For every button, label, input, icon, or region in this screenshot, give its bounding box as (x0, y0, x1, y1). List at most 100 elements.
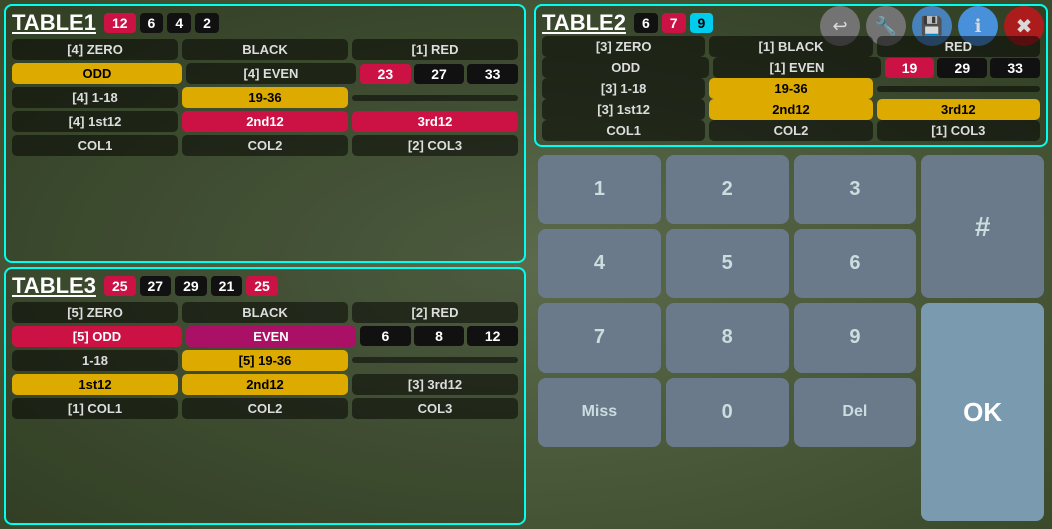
table1-row5: COL1 COL2 [2] COL3 (12, 135, 518, 156)
table2-even: [1] EVEN (713, 57, 880, 78)
key-3[interactable]: 3 (794, 155, 917, 224)
table1-num2: 6 (140, 13, 164, 33)
table2-3rd12: 3rd12 (877, 99, 1040, 120)
table2-n19: 19 (885, 58, 935, 78)
table3-n12: 12 (467, 326, 518, 346)
table1-row1: [4] ZERO BLACK [1] RED (12, 39, 518, 60)
table3-1st12: 1st12 (12, 374, 178, 395)
table2-odd: ODD (542, 57, 709, 78)
table3-panel: TABLE3 25 27 29 21 25 [5] ZERO BLACK [2]… (4, 267, 526, 526)
table1-placeholder (352, 95, 518, 101)
table3-row5: [1] COL1 COL2 COL3 (12, 398, 518, 419)
table1-2nd12: 2nd12 (182, 111, 348, 132)
table3-row4: 1st12 2nd12 [3] 3rd12 (12, 374, 518, 395)
table3-row1: [5] ZERO BLACK [2] RED (12, 302, 518, 323)
table3-1936: [5] 19-36 (182, 350, 348, 371)
table1-num1: 12 (104, 13, 136, 33)
table2-black: [1] BLACK (709, 36, 872, 57)
table1-row4: [4] 1st12 2nd12 3rd12 (12, 111, 518, 132)
table1-3rd12: 3rd12 (352, 111, 518, 132)
table3-col1: [1] COL1 (12, 398, 178, 419)
table1-black: BLACK (182, 39, 348, 60)
table1-col1: COL1 (12, 135, 178, 156)
table1-n27: 27 (414, 64, 465, 84)
table1-1936: 19-36 (182, 87, 348, 108)
table3-num5: 25 (246, 276, 278, 296)
key-1[interactable]: 1 (538, 155, 661, 224)
key-5[interactable]: 5 (666, 229, 789, 298)
table1-row2: ODD [4] EVEN 23 27 33 (12, 63, 518, 84)
table2-panel: TABLE2 6 7 9 [3] ZERO [1] BLACK RED ODD … (534, 4, 1048, 147)
table1-col3: [2] COL3 (352, 135, 518, 156)
table1-panel: TABLE1 12 6 4 2 [4] ZERO BLACK [1] RED O… (4, 4, 526, 263)
table3-3rd12: [3] 3rd12 (352, 374, 518, 395)
table2-118: [3] 1-18 (542, 78, 705, 99)
table1-col2: COL2 (182, 135, 348, 156)
table1-zero: [4] ZERO (12, 39, 178, 60)
table3-row3: 1-18 [5] 19-36 (12, 350, 518, 371)
key-ok[interactable]: OK (921, 303, 1044, 521)
table2-header: TABLE2 6 7 9 (542, 10, 1040, 36)
table3-col3: COL3 (352, 398, 518, 419)
table2-1st12: [3] 1st12 (542, 99, 705, 120)
key-9[interactable]: 9 (794, 303, 917, 372)
table2-placeholder (877, 86, 1040, 92)
table3-num4: 21 (211, 276, 243, 296)
table2-num2: 7 (662, 13, 686, 33)
table3-red: [2] RED (352, 302, 518, 323)
table3-col2: COL2 (182, 398, 348, 419)
table1-num3: 4 (167, 13, 191, 33)
table3-header: TABLE3 25 27 29 21 25 (12, 273, 518, 299)
table3-num2: 27 (140, 276, 172, 296)
key-4[interactable]: 4 (538, 229, 661, 298)
key-6[interactable]: 6 (794, 229, 917, 298)
table2-1936: 19-36 (709, 78, 872, 99)
table2-row3: [3] 1-18 19-36 (542, 78, 1040, 99)
table3-black: BLACK (182, 302, 348, 323)
key-miss[interactable]: Miss (538, 378, 661, 447)
table2-title: TABLE2 (542, 10, 626, 36)
table3-odd: [5] ODD (12, 326, 182, 347)
table3-n8: 8 (414, 326, 465, 346)
left-tables-area: TABLE1 12 6 4 2 [4] ZERO BLACK [1] RED O… (0, 0, 530, 529)
table1-n33: 33 (467, 64, 518, 84)
table1-1st12: [4] 1st12 (12, 111, 178, 132)
table3-num3: 29 (175, 276, 207, 296)
table3-row2: [5] ODD EVEN 6 8 12 (12, 326, 518, 347)
key-del[interactable]: Del (794, 378, 917, 447)
table2-2nd12: 2nd12 (709, 99, 872, 120)
table1-odd: ODD (12, 63, 182, 84)
key-8[interactable]: 8 (666, 303, 789, 372)
table2-col2: COL2 (709, 120, 872, 141)
table3-placeholder (352, 357, 518, 363)
table1-even: [4] EVEN (186, 63, 356, 84)
key-2[interactable]: 2 (666, 155, 789, 224)
table3-zero: [5] ZERO (12, 302, 178, 323)
table2-row5: COL1 COL2 [1] COL3 (542, 120, 1040, 141)
table3-118: 1-18 (12, 350, 178, 371)
table2-row4: [3] 1st12 2nd12 3rd12 (542, 99, 1040, 120)
table2-col1: COL1 (542, 120, 705, 141)
table2-num3: 9 (690, 13, 714, 33)
table3-num1: 25 (104, 276, 136, 296)
table3-2nd12: 2nd12 (182, 374, 348, 395)
table2-n29: 29 (937, 58, 987, 78)
table2-n33: 33 (990, 58, 1040, 78)
key-0[interactable]: 0 (666, 378, 789, 447)
table1-118: [4] 1-18 (12, 87, 178, 108)
key-7[interactable]: 7 (538, 303, 661, 372)
table2-col3: [1] COL3 (877, 120, 1040, 141)
table3-n6: 6 (360, 326, 411, 346)
table2-row1: [3] ZERO [1] BLACK RED (542, 36, 1040, 57)
key-hash[interactable]: # (921, 155, 1044, 298)
table3-title: TABLE3 (12, 273, 96, 299)
table2-row2: ODD [1] EVEN 19 29 33 (542, 57, 1040, 78)
keypad-panel: 1 2 3 # 4 5 6 7 8 9 OK Miss 0 Del (534, 151, 1048, 525)
table2-num1: 6 (634, 13, 658, 33)
table1-num4: 2 (195, 13, 219, 33)
table1-n23: 23 (360, 64, 411, 84)
right-area: TABLE2 6 7 9 [3] ZERO [1] BLACK RED ODD … (530, 0, 1052, 529)
table1-header: TABLE1 12 6 4 2 (12, 10, 518, 36)
table1-red: [1] RED (352, 39, 518, 60)
table1-title: TABLE1 (12, 10, 96, 36)
